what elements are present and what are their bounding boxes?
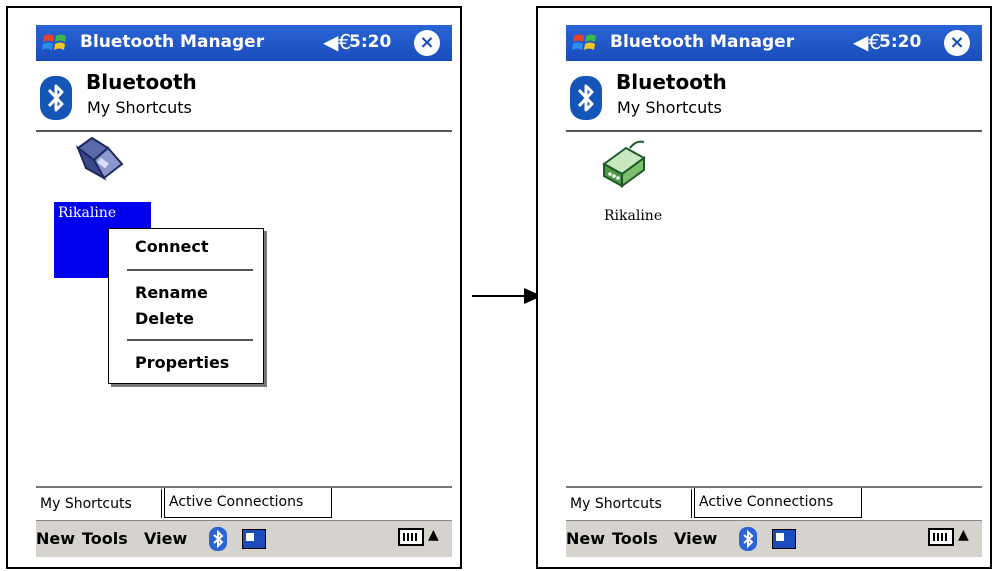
command-bar: New Tools View ▲ — [36, 520, 452, 557]
title-bar: Bluetooth Manager ◀€ 5:20 × — [36, 25, 452, 61]
menu-item-properties[interactable]: Properties — [135, 353, 229, 372]
serial-connector-icon[interactable] — [596, 134, 656, 194]
page-title: Bluetooth — [86, 70, 197, 94]
menu-item-delete[interactable]: Delete — [135, 309, 194, 328]
bluetooth-icon[interactable] — [739, 527, 757, 551]
page-subtitle: My Shortcuts — [617, 98, 722, 117]
window-title: Bluetooth Manager — [610, 32, 795, 52]
keyboard-icon[interactable] — [398, 528, 424, 546]
business-card-icon[interactable] — [772, 529, 796, 549]
transition-arrow-icon — [472, 286, 544, 306]
command-bar: New Tools View ▲ — [566, 520, 982, 557]
pocket-pc-screen-before: Bluetooth Manager ◀€ 5:20 × Bluetooth My… — [6, 6, 462, 569]
menu-view[interactable]: View — [144, 529, 187, 548]
speaker-icon[interactable]: ◀€ — [323, 30, 351, 54]
window-title: Bluetooth Manager — [80, 32, 265, 52]
tab-my-shortcuts[interactable]: My Shortcuts — [36, 488, 162, 518]
keyboard-icon[interactable] — [928, 528, 954, 546]
menu-view[interactable]: View — [674, 529, 717, 548]
input-panel-arrow-icon[interactable]: ▲ — [958, 527, 969, 543]
menu-new[interactable]: New — [566, 529, 605, 548]
windows-flag-icon[interactable] — [40, 28, 70, 58]
business-card-icon[interactable] — [242, 529, 266, 549]
shortcuts-list: Rikaline — [566, 132, 982, 482]
tab-active-connections[interactable]: Active Connections — [164, 488, 332, 518]
clock[interactable]: 5:20 — [879, 32, 921, 52]
bluetooth-icon — [40, 76, 72, 120]
menu-divider — [127, 269, 253, 271]
menu-divider — [127, 339, 253, 341]
menu-tools[interactable]: Tools — [82, 529, 128, 548]
menu-item-rename[interactable]: Rename — [135, 283, 208, 302]
context-menu: Connect Rename Delete Properties — [108, 228, 264, 384]
clock[interactable]: 5:20 — [349, 32, 391, 52]
shortcuts-list: Rikaline Connect Rename Delete Propertie… — [36, 132, 452, 482]
tab-my-shortcuts[interactable]: My Shortcuts — [566, 488, 692, 518]
menu-item-connect[interactable]: Connect — [135, 237, 209, 256]
page-subtitle: My Shortcuts — [87, 98, 192, 117]
page-title: Bluetooth — [616, 70, 727, 94]
speaker-icon[interactable]: ◀€ — [853, 30, 881, 54]
input-panel-arrow-icon[interactable]: ▲ — [428, 527, 439, 543]
menu-new[interactable]: New — [36, 529, 75, 548]
bluetooth-icon — [570, 76, 602, 120]
app-header: Bluetooth My Shortcuts — [566, 64, 982, 132]
title-bar: Bluetooth Manager ◀€ 5:20 × — [566, 25, 982, 61]
tab-strip: My Shortcuts Active Connections — [36, 486, 452, 520]
app-header: Bluetooth My Shortcuts — [36, 64, 452, 132]
menu-tools[interactable]: Tools — [612, 529, 658, 548]
bluetooth-icon[interactable] — [209, 527, 227, 551]
tab-active-connections[interactable]: Active Connections — [694, 488, 862, 518]
tab-strip: My Shortcuts Active Connections — [566, 486, 982, 520]
close-icon[interactable]: × — [414, 30, 440, 56]
windows-flag-icon[interactable] — [570, 28, 600, 58]
serial-port-device-icon[interactable] — [72, 134, 128, 190]
shortcut-label: Rikaline — [58, 205, 117, 221]
shortcut-label[interactable]: Rikaline — [604, 208, 662, 224]
close-icon[interactable]: × — [944, 30, 970, 56]
pocket-pc-screen-after: Bluetooth Manager ◀€ 5:20 × Bluetooth My… — [536, 6, 992, 569]
